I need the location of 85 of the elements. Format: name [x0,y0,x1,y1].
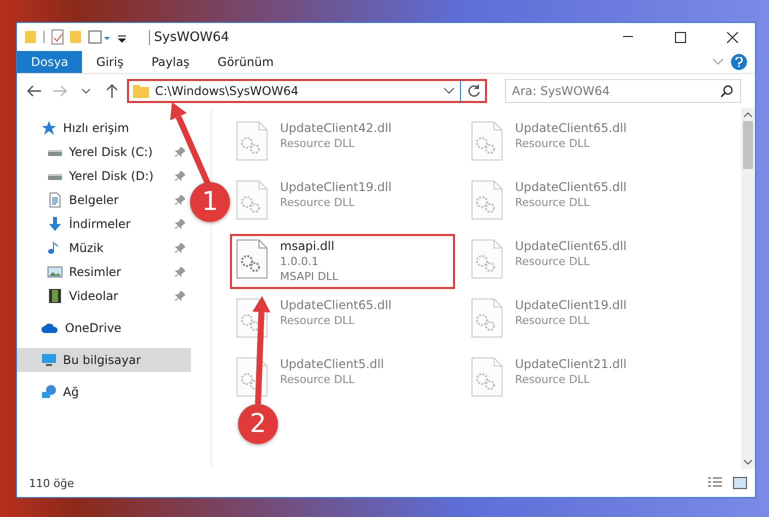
dll-file-icon [471,357,503,397]
scrollbar-thumb[interactable] [743,121,753,169]
file-detail: Resource DLL [280,313,356,328]
file-item[interactable]: UpdateClient19.dll Resource DLL [230,175,455,225]
sidebar-item[interactable]: Resimler [17,260,191,284]
file-detail: MSAPI DLL [280,269,338,284]
help-icon[interactable] [731,54,747,70]
file-item[interactable]: UpdateClient42.dll Resource DLL [230,116,455,166]
file-name: UpdateClient65.dll [515,239,627,254]
file-detail: Resource DLL [515,313,591,328]
dll-file-icon [471,239,503,279]
dll-file-icon [471,298,503,338]
details-view-icon[interactable] [707,477,723,489]
sidebar-item[interactable]: Ağ [17,380,191,404]
film-icon [47,288,63,304]
ribbon-tab[interactable]: Görünüm [204,51,288,73]
dll-file-icon [236,180,268,220]
sidebar-item[interactable]: İndirmeler [17,212,191,236]
file-detail: Resource DLL [515,372,591,387]
up-arrow-icon [106,84,118,98]
sidebar-item[interactable]: Belgeler [17,188,191,212]
sidebar-item[interactable]: Yerel Disk (D:) [17,164,191,188]
file-detail: Resource DLL [515,136,591,151]
ribbon-tab[interactable]: Giriş [82,51,138,73]
folder-icon [133,84,149,98]
file-detail: 1.0.0.1 [280,254,320,269]
sidebar-item[interactable]: Müzik [17,236,191,260]
minimize-icon [623,36,633,38]
dll-file-icon [471,121,503,161]
chevron-down-icon[interactable] [713,59,723,65]
ribbon-tab[interactable]: Paylaş [137,51,204,73]
star-icon [41,120,57,136]
file-name: UpdateClient21.dll [515,357,627,372]
file-detail: Resource DLL [280,372,356,387]
scroll-up-icon[interactable] [744,112,752,117]
dll-file-icon [236,357,268,397]
file-name: UpdateClient65.dll [515,180,627,195]
file-item[interactable]: UpdateClient21.dll Resource DLL [465,352,690,402]
picture-icon [47,264,63,280]
close-icon [726,32,738,42]
cloud-icon [41,322,59,334]
sidebar-item[interactable]: Bu bilgisayar [17,348,191,372]
window-title: SysWOW64 [149,30,599,44]
file-name: msapi.dll [280,239,336,254]
file-name: UpdateClient65.dll [280,298,392,313]
scroll-down-icon[interactable] [744,460,752,465]
file-name: UpdateClient19.dll [515,298,627,313]
dll-file-icon [471,180,503,220]
file-item[interactable]: UpdateClient65.dll Resource DLL [465,175,690,225]
file-detail: Resource DLL [515,254,591,269]
document-icon [47,192,63,208]
search-icon [721,85,733,97]
file-name: UpdateClient19.dll [280,180,392,195]
address-bar[interactable]: C:\Windows\SysWOW64 [127,79,487,103]
large-icons-view-icon[interactable] [733,477,747,489]
item-count: 110 öğe [29,476,75,490]
file-item[interactable]: UpdateClient65.dll Resource DLL [465,234,690,284]
file-item[interactable]: UpdateClient65.dll Resource DLL [465,116,690,166]
dll-file-icon [236,121,268,161]
ribbon-tab[interactable]: Dosya [17,51,82,73]
sidebar-item[interactable]: Hızlı erişim [17,116,191,140]
search-field[interactable]: Ara: SysWOW64 [505,79,741,103]
file-detail: Resource DLL [280,195,356,210]
chevron-down-icon [444,88,454,94]
globe-monitor-icon [41,384,57,400]
forward-arrow-icon [53,85,67,97]
chevron-down-icon [82,88,90,94]
file-detail: Resource DLL [280,136,356,151]
refresh-icon[interactable] [467,84,481,98]
maximize-icon [674,32,686,42]
file-detail: Resource DLL [515,195,591,210]
sidebar-item[interactable]: OneDrive [17,316,191,340]
back-arrow-icon [27,85,41,97]
monitor-icon [41,352,57,368]
file-name: UpdateClient42.dll [280,121,392,136]
file-name: UpdateClient5.dll [280,357,384,372]
file-item[interactable]: msapi.dll 1.0.0.1 MSAPI DLL [230,234,455,289]
vertical-scrollbar[interactable] [741,108,755,469]
file-name: UpdateClient65.dll [515,121,627,136]
dll-file-icon [236,239,268,279]
sidebar-item[interactable]: Videolar [17,284,191,308]
file-item[interactable]: UpdateClient5.dll Resource DLL [230,352,455,402]
download-arrow-icon [47,216,63,232]
sidebar-item[interactable]: Yerel Disk (C:) [17,140,191,164]
file-item[interactable]: UpdateClient19.dll Resource DLL [465,293,690,343]
